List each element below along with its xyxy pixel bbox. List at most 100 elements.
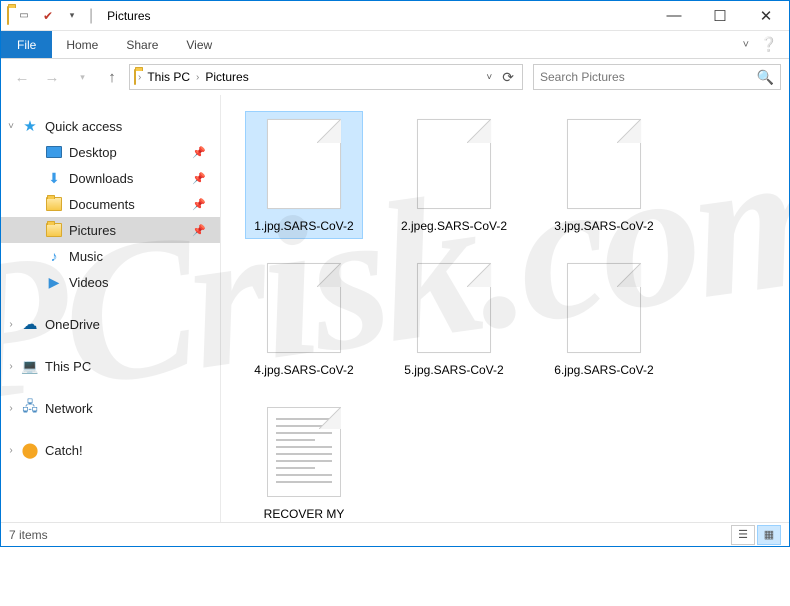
nav-documents[interactable]: Documents 📌 — [1, 191, 220, 217]
nav-downloads[interactable]: ⬇ Downloads 📌 — [1, 165, 220, 191]
tab-share[interactable]: Share — [112, 31, 172, 58]
breadcrumb-thispc[interactable]: This PC — [143, 70, 194, 84]
ribbon: File Home Share View ˅ ❔ — [1, 31, 789, 59]
view-switch: ☰ ▦ — [731, 525, 781, 545]
chevron-right-icon[interactable]: › — [196, 72, 199, 83]
file-item[interactable]: 5.jpg.SARS-CoV-2 — [395, 255, 513, 383]
caret-icon[interactable]: › — [5, 403, 17, 414]
file-item[interactable]: 1.jpg.SARS-CoV-2 — [245, 111, 363, 239]
search-input[interactable]: Search Pictures 🔍 — [533, 64, 781, 90]
file-name-label: 5.jpg.SARS-CoV-2 — [404, 362, 503, 378]
details-view-button[interactable]: ☰ — [731, 525, 755, 545]
up-button[interactable]: ↑ — [99, 64, 125, 90]
file-name-label: 1.jpg.SARS-CoV-2 — [254, 218, 353, 234]
tab-view[interactable]: View — [172, 31, 226, 58]
body: ˅ ★ Quick access Desktop 📌 ⬇ Downloads 📌… — [1, 95, 789, 522]
nav-label: Network — [45, 401, 93, 416]
refresh-button[interactable]: ⟳ — [498, 69, 518, 86]
file-item[interactable]: 2.jpeg.SARS-CoV-2 — [395, 111, 513, 239]
address-bar[interactable]: › This PC › Pictures ˅ ⟳ — [129, 64, 523, 90]
folder-icon — [7, 7, 9, 25]
navigation-pane: ˅ ★ Quick access Desktop 📌 ⬇ Downloads 📌… — [1, 95, 221, 522]
music-icon: ♪ — [45, 247, 63, 265]
nav-label: Pictures — [69, 223, 116, 238]
nav-label: Downloads — [69, 171, 133, 186]
file-name-label: 4.jpg.SARS-CoV-2 — [254, 362, 353, 378]
close-button[interactable]: ✕ — [743, 1, 789, 31]
minimize-button[interactable]: — — [651, 1, 697, 31]
qat-properties-button[interactable]: ▭ — [13, 5, 35, 27]
search-icon[interactable]: 🔍 — [757, 69, 774, 86]
unknown-file-icon — [562, 260, 646, 356]
desktop-icon — [45, 143, 63, 161]
nav-pictures[interactable]: Pictures 📌 — [1, 217, 220, 243]
pin-icon: 📌 — [192, 146, 206, 159]
computer-icon: 💻 — [21, 357, 39, 375]
videos-icon: ▶ — [45, 273, 63, 291]
qat-dropdown-button[interactable]: ▾ — [61, 5, 83, 27]
pin-icon: 📌 — [192, 224, 206, 237]
unknown-file-icon — [562, 116, 646, 212]
address-dropdown-button[interactable]: ˅ — [482, 72, 496, 83]
icons-view-button[interactable]: ▦ — [757, 525, 781, 545]
nav-label: Desktop — [69, 145, 117, 160]
unknown-file-icon — [412, 116, 496, 212]
file-item[interactable]: 3.jpg.SARS-CoV-2 — [545, 111, 663, 239]
nav-quick-access[interactable]: ˅ ★ Quick access — [1, 113, 220, 139]
nav-label: OneDrive — [45, 317, 100, 332]
unknown-file-icon — [412, 260, 496, 356]
back-button[interactable]: ← — [9, 64, 35, 90]
downloads-icon: ⬇ — [45, 169, 63, 187]
nav-label: This PC — [45, 359, 91, 374]
content-pane[interactable]: 1.jpg.SARS-CoV-2 2.jpeg.SARS-CoV-2 3.jpg.S… — [221, 95, 789, 522]
window-title: Pictures — [107, 9, 150, 23]
search-placeholder: Search Pictures — [540, 70, 757, 84]
caret-icon[interactable]: › — [5, 361, 17, 372]
file-name-label: 3.jpg.SARS-CoV-2 — [554, 218, 653, 234]
cloud-icon: ☁ — [21, 315, 39, 333]
file-name-label: RECOVER MY ENCRYPTED FILES.TXT — [250, 506, 358, 522]
file-name-label: 2.jpeg.SARS-CoV-2 — [401, 218, 507, 234]
network-icon: 🖧 — [21, 399, 39, 417]
nav-thispc[interactable]: › 💻 This PC — [1, 353, 220, 379]
nav-onedrive[interactable]: › ☁ OneDrive — [1, 311, 220, 337]
tab-home[interactable]: Home — [52, 31, 112, 58]
nav-label: Quick access — [45, 119, 122, 134]
documents-icon — [45, 195, 63, 213]
nav-videos[interactable]: ▶ Videos — [1, 269, 220, 295]
pin-icon: 📌 — [192, 172, 206, 185]
caret-icon[interactable]: ˅ — [5, 121, 17, 132]
caret-icon[interactable]: › — [5, 319, 17, 330]
nav-network[interactable]: › 🖧 Network — [1, 395, 220, 421]
file-tab[interactable]: File — [1, 31, 52, 58]
file-item[interactable]: RECOVER MY ENCRYPTED FILES.TXT — [245, 399, 363, 522]
file-item[interactable]: 4.jpg.SARS-CoV-2 — [245, 255, 363, 383]
chevron-right-icon[interactable]: › — [138, 72, 141, 83]
nav-music[interactable]: ♪ Music — [1, 243, 220, 269]
recent-locations-button[interactable]: ▾ — [69, 64, 95, 90]
help-icon[interactable]: ❔ — [757, 31, 781, 58]
quick-access-toolbar: ▭ ✔ ▾ — [13, 5, 83, 27]
file-item[interactable]: 6.jpg.SARS-CoV-2 — [545, 255, 663, 383]
caret-icon[interactable]: › — [5, 445, 17, 456]
folder-icon — [134, 70, 136, 84]
nav-label: Music — [69, 249, 103, 264]
item-count-label: 7 items — [9, 528, 48, 542]
nav-label: Catch! — [45, 443, 83, 458]
window-controls: — ☐ ✕ — [651, 1, 789, 31]
nav-catch[interactable]: › ⬤ Catch! — [1, 437, 220, 463]
pin-icon: 📌 — [192, 198, 206, 211]
maximize-button[interactable]: ☐ — [697, 1, 743, 31]
forward-button[interactable]: → — [39, 64, 65, 90]
qat-checkbox-button[interactable]: ✔ — [37, 5, 59, 27]
star-icon: ★ — [21, 117, 39, 135]
nav-desktop[interactable]: Desktop 📌 — [1, 139, 220, 165]
unknown-file-icon — [262, 116, 346, 212]
breadcrumb-pictures[interactable]: Pictures — [201, 70, 252, 84]
unknown-file-icon — [262, 260, 346, 356]
status-bar: 7 items ☰ ▦ — [1, 522, 789, 546]
pictures-icon — [45, 221, 63, 239]
catch-icon: ⬤ — [21, 441, 39, 459]
ribbon-expand-button[interactable]: ˅ — [735, 31, 757, 58]
navigation-row: ← → ▾ ↑ › This PC › Pictures ˅ ⟳ Search … — [1, 59, 789, 95]
